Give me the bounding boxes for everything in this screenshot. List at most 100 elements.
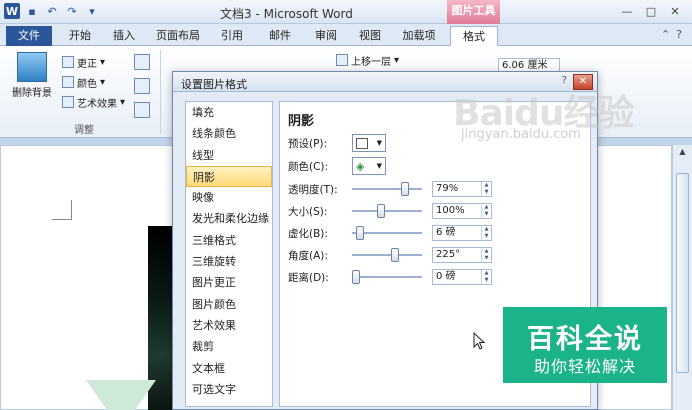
spin-up-icon[interactable]: ▲ (481, 226, 491, 233)
distance-spinner[interactable]: 0 磅 ▲ ▼ (432, 269, 492, 285)
transparency-spinner[interactable]: 79% ▲ ▼ (432, 181, 492, 197)
color-label: 颜色 (77, 78, 97, 90)
slider-knob[interactable] (352, 270, 360, 284)
tab-insert[interactable]: 插入 (106, 26, 142, 46)
vertical-scrollbar[interactable]: ▲ (672, 145, 692, 410)
spin-down-icon[interactable]: ▼ (481, 255, 491, 262)
preset-swatch-icon (356, 137, 368, 149)
size-slider[interactable] (352, 202, 422, 220)
color-dropdown[interactable]: ◈ ▼ (352, 157, 386, 175)
corrections-button[interactable]: 更正 ▾ (62, 54, 125, 70)
slider-knob[interactable] (391, 248, 399, 262)
distance-label: 距离(D): (288, 271, 329, 284)
customize-icon[interactable]: ▾ (84, 3, 100, 19)
nav-shadow[interactable]: 阴影 (186, 165, 272, 188)
size-spinner[interactable]: 100% ▲ ▼ (432, 203, 492, 219)
preset-dropdown[interactable]: ▼ (352, 134, 386, 152)
nav-text-box[interactable]: 文本框 (186, 358, 272, 379)
nav-line-style[interactable]: 线型 (186, 145, 272, 166)
spin-up-icon[interactable]: ▲ (481, 204, 491, 211)
slider-knob[interactable] (401, 182, 409, 196)
quick-access-toolbar: W ▪ ↶ ↷ ▾ (4, 3, 100, 19)
angle-slider[interactable] (352, 246, 422, 264)
save-icon[interactable]: ▪ (24, 3, 40, 19)
compress-pictures-icon[interactable] (134, 54, 150, 70)
angle-spinner[interactable]: 225° ▲ ▼ (432, 247, 492, 263)
color-row: 颜色(C): ◈ ▼ (288, 157, 386, 175)
chevron-down-icon: ▼ (376, 139, 382, 147)
remove-background-button[interactable]: 删除背景 (8, 52, 56, 99)
tab-format[interactable]: 格式 (450, 26, 498, 47)
distance-row: 距离(D): 0 磅 ▲ ▼ (288, 268, 492, 286)
blur-slider[interactable] (352, 224, 422, 242)
blur-spinner[interactable]: 6 磅 ▲ ▼ (432, 225, 492, 241)
tab-file[interactable]: 文件 (6, 26, 52, 46)
change-picture-icon[interactable] (134, 78, 150, 94)
blur-value: 6 磅 (436, 227, 456, 238)
spin-down-icon[interactable]: ▼ (481, 277, 491, 284)
tab-home[interactable]: 开始 (62, 26, 98, 46)
spin-up-icon[interactable]: ▲ (481, 248, 491, 255)
undo-icon[interactable]: ↶ (44, 3, 60, 19)
close-window-icon[interactable]: ✕ (664, 3, 686, 19)
spin-down-icon[interactable]: ▼ (481, 233, 491, 240)
blur-row: 虚化(B): 6 磅 ▲ ▼ (288, 224, 492, 242)
paint-bucket-icon: ◈ (356, 159, 365, 173)
bring-forward-button[interactable]: 上移一层 ▾ (336, 52, 399, 68)
collapse-ribbon-icon[interactable]: ⌃ (661, 28, 670, 41)
spin-down-icon[interactable]: ▼ (481, 189, 491, 196)
baike-badge: 百科全说 助你轻松解决 (503, 307, 667, 383)
group-adjust-label: 调整 (74, 125, 94, 136)
title-bar: W ▪ ↶ ↷ ▾ 文档3 - Microsoft Word 图片工具 — □ … (0, 0, 692, 24)
nav-fill[interactable]: 填充 (186, 102, 272, 123)
nav-picture-color[interactable]: 图片颜色 (186, 294, 272, 315)
size-label: 大小(S): (288, 205, 328, 218)
nav-artistic-effects[interactable]: 艺术效果 (186, 315, 272, 336)
nav-3d-rotation[interactable]: 三维旋转 (186, 251, 272, 272)
tab-review[interactable]: 审阅 (308, 26, 344, 46)
picture-tools-context: 图片工具 (447, 0, 500, 24)
spinner-buttons: ▲ ▼ (481, 270, 491, 284)
tab-view[interactable]: 视图 (352, 26, 388, 46)
angle-value: 225° (436, 249, 461, 260)
slider-track (352, 254, 422, 256)
reset-picture-icon[interactable] (134, 102, 150, 118)
tab-references[interactable]: 引用 (214, 26, 250, 46)
word-logo-icon[interactable]: W (4, 3, 20, 19)
scroll-up-icon[interactable]: ▲ (676, 147, 689, 159)
nav-glow-soft-edges[interactable]: 发光和柔化边缘 (186, 208, 272, 229)
slider-track (352, 276, 422, 278)
tab-mailings[interactable]: 邮件 (262, 26, 298, 46)
nav-picture-corrections[interactable]: 图片更正 (186, 272, 272, 293)
nav-3d-format[interactable]: 三维格式 (186, 230, 272, 251)
minimize-icon[interactable]: — (616, 3, 638, 19)
color-button[interactable]: 颜色 ▾ (62, 74, 125, 90)
spin-up-icon[interactable]: ▲ (481, 270, 491, 277)
ribbon-tabs: 文件 开始 插入 页面布局 引用 邮件 审阅 视图 加载项 格式 ⌃ ? (0, 24, 692, 47)
scroll-thumb[interactable] (676, 173, 689, 373)
maximize-icon[interactable]: □ (640, 3, 662, 19)
angle-label: 角度(A): (288, 249, 328, 262)
bring-forward-icon (336, 54, 348, 66)
artistic-effects-button[interactable]: 艺术效果 ▾ (62, 94, 125, 110)
distance-value: 0 磅 (436, 271, 456, 282)
chevron-down-icon: ▼ (376, 162, 382, 170)
slider-knob[interactable] (377, 204, 385, 218)
transparency-slider[interactable] (352, 180, 422, 198)
slider-knob[interactable] (356, 226, 364, 240)
redo-icon[interactable]: ↷ (64, 3, 80, 19)
nav-crop[interactable]: 裁剪 (186, 336, 272, 357)
window-title: 文档3 - Microsoft Word (220, 7, 353, 21)
spin-up-icon[interactable]: ▲ (481, 182, 491, 189)
tab-addins[interactable]: 加载项 (396, 26, 442, 46)
help-icon[interactable]: ? (676, 28, 682, 41)
nav-alt-text[interactable]: 可选文字 (186, 379, 272, 400)
transparency-label: 透明度(T): (288, 183, 338, 196)
nav-reflection[interactable]: 映像 (186, 187, 272, 208)
tab-page-layout[interactable]: 页面布局 (150, 26, 206, 46)
spinner-buttons: ▲ ▼ (481, 204, 491, 218)
spin-down-icon[interactable]: ▼ (481, 211, 491, 218)
transparency-row: 透明度(T): 79% ▲ ▼ (288, 180, 492, 198)
nav-line-color[interactable]: 线条颜色 (186, 123, 272, 144)
distance-slider[interactable] (352, 268, 422, 286)
